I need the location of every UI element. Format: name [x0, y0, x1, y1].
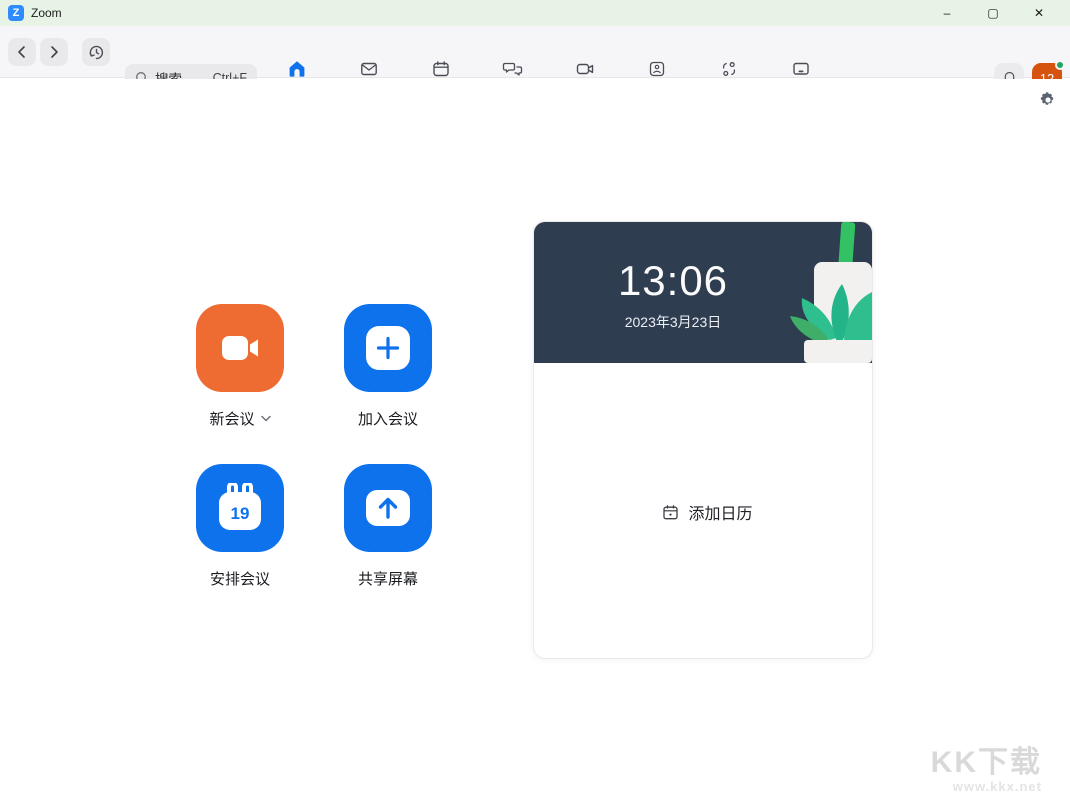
svg-text:19: 19: [231, 504, 250, 523]
action-share-screen: 共享屏幕: [340, 464, 436, 589]
clock-date: 2023年3月23日: [624, 314, 722, 330]
add-calendar-button[interactable]: 添加日历: [534, 500, 872, 524]
chevron-left-icon: [15, 45, 29, 59]
minimize-button[interactable]: –: [924, 0, 970, 26]
mail-icon: [359, 58, 379, 80]
home-icon: [287, 58, 307, 80]
video-camera-icon: [574, 58, 596, 80]
action-schedule-meeting: 19 安排会议: [192, 464, 288, 589]
new-meeting-button[interactable]: [196, 304, 284, 392]
new-meeting-label: 新会议: [209, 411, 255, 428]
home-content: 新会议 加入会议 19 安排会议 共享屏幕 13:06 2023年3月23日 添…: [0, 79, 1070, 800]
clock-time: 13:06: [617, 257, 729, 304]
title-bar: Z Zoom – ▢ ✕: [0, 0, 1070, 26]
add-calendar-label: 添加日历: [688, 506, 753, 523]
forward-button[interactable]: [40, 38, 68, 66]
schedule-meeting-label: 安排会议: [209, 571, 270, 588]
close-button[interactable]: ✕: [1016, 0, 1062, 26]
action-join-meeting: 加入会议: [340, 304, 436, 429]
schedule-meeting-button[interactable]: 19: [196, 464, 284, 552]
settings-gear-icon[interactable]: [1039, 91, 1057, 109]
clock: 13:06 2023年3月23日: [534, 260, 812, 332]
clock-card-header: 13:06 2023年3月23日: [534, 222, 872, 363]
share-screen-label: 共享屏幕: [357, 571, 418, 588]
chevron-right-icon: [47, 45, 61, 59]
back-button[interactable]: [8, 38, 36, 66]
video-camera-solid-icon: [218, 332, 262, 364]
plus-icon: [365, 325, 411, 371]
clock-calendar-card: 13:06 2023年3月23日 添加日历: [533, 221, 873, 659]
calendar-19-icon: 19: [216, 483, 264, 533]
chat-bubbles-icon: [502, 58, 524, 80]
window-controls: – ▢ ✕: [924, 0, 1062, 26]
small-calendar-icon: [662, 504, 679, 521]
nav-history-controls: [8, 38, 114, 66]
join-meeting-button[interactable]: [344, 304, 432, 392]
maximize-button[interactable]: ▢: [970, 0, 1016, 26]
window-title: Zoom: [31, 6, 62, 20]
status-dot: [1055, 60, 1065, 70]
history-icon: [88, 44, 105, 61]
join-meeting-label: 加入会议: [357, 411, 418, 428]
contact-card-icon: [647, 58, 667, 80]
whiteboard-icon: [790, 58, 812, 80]
calendar-icon: [431, 58, 451, 80]
apps-icon: [719, 58, 739, 80]
arrow-up-icon: [364, 488, 412, 528]
action-new-meeting: 新会议: [192, 304, 288, 429]
share-screen-button[interactable]: [344, 464, 432, 552]
zoom-logo-icon: Z: [8, 5, 24, 21]
new-meeting-dropdown-icon[interactable]: [260, 415, 271, 422]
nav-bar: 搜索 Ctrl+F 主页 邮件 日历 团队聊天: [0, 26, 1070, 100]
history-button[interactable]: [82, 38, 110, 66]
